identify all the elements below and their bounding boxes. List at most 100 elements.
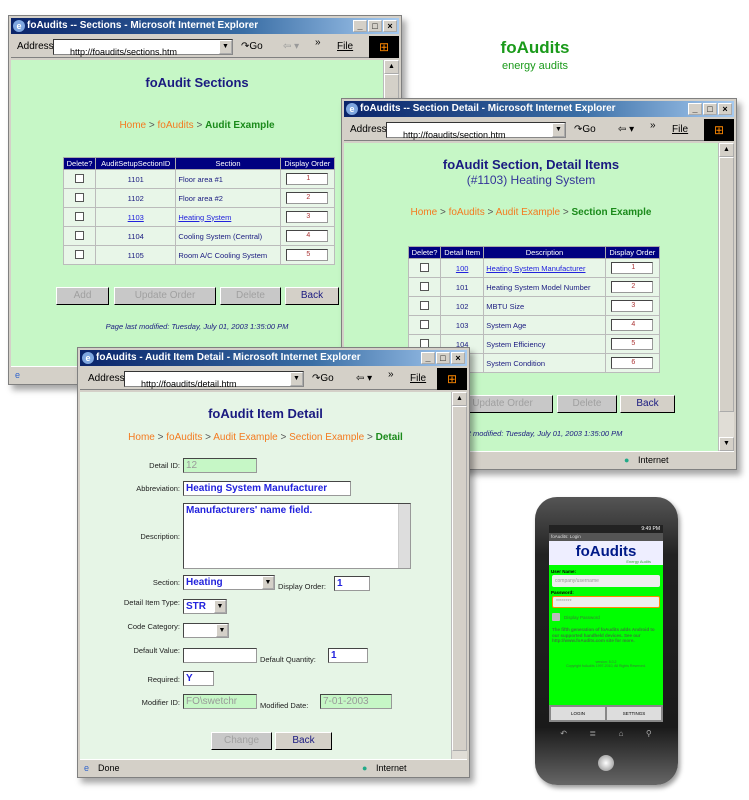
breadcrumb-item[interactable]: foAudits: [166, 432, 202, 443]
default-value-field[interactable]: [183, 648, 257, 663]
display-order-field[interactable]: 1: [334, 576, 370, 591]
go-button[interactable]: ↷Go: [574, 124, 596, 135]
back-arrow-icon[interactable]: ⇦ ▾: [356, 373, 372, 384]
go-button[interactable]: ↷Go: [241, 41, 263, 52]
delete-checkbox[interactable]: [420, 300, 430, 310]
file-menu[interactable]: File: [672, 124, 688, 135]
close-button[interactable]: ×: [718, 103, 732, 115]
more-chevron[interactable]: »: [315, 37, 321, 48]
maximize-button[interactable]: □: [436, 352, 450, 364]
chevron-down-icon[interactable]: ▼: [552, 123, 565, 137]
trackball[interactable]: [598, 755, 614, 771]
vertical-scrollbar[interactable]: ▲ ▼: [718, 143, 734, 451]
more-chevron[interactable]: »: [650, 120, 656, 131]
password-input[interactable]: ********: [552, 596, 660, 608]
default-quantity-field[interactable]: 1: [328, 648, 368, 663]
close-button[interactable]: ×: [451, 352, 465, 364]
delete-checkbox[interactable]: [75, 173, 85, 183]
delete-checkbox[interactable]: [75, 249, 85, 259]
file-menu[interactable]: File: [410, 373, 426, 384]
delete-button[interactable]: Delete: [220, 287, 281, 305]
address-bar[interactable]: http://foaudits/section.htm ▼: [386, 122, 566, 140]
description-textarea[interactable]: Manufacturers' name field.: [183, 503, 411, 569]
address-bar[interactable]: http://foaudits/sections.htm ▼: [53, 39, 233, 57]
breadcrumb-item[interactable]: foAudits: [158, 120, 194, 131]
minimize-button[interactable]: _: [688, 103, 702, 115]
abbreviation-field[interactable]: Heating System Manufacturer: [183, 481, 351, 496]
chevron-down-icon[interactable]: ▼: [214, 600, 226, 613]
back-button[interactable]: Back: [285, 287, 339, 305]
display-order-input[interactable]: 2: [286, 192, 329, 204]
display-password-checkbox[interactable]: Display Password: [552, 613, 660, 621]
home-key-icon[interactable]: ⌂: [619, 729, 624, 738]
row-link[interactable]: Heating System Manufacturer: [486, 264, 585, 273]
address-bar[interactable]: http://foaudits/detail.htm ▼: [124, 371, 304, 389]
scroll-thumb[interactable]: [719, 157, 734, 412]
maximize-button[interactable]: □: [368, 20, 382, 32]
settings-button[interactable]: SETTINGS: [607, 707, 661, 720]
search-key-icon[interactable]: ⚲: [646, 729, 652, 738]
scroll-up-icon[interactable]: ▲: [384, 60, 399, 74]
textarea-scrollbar[interactable]: [398, 504, 410, 568]
display-order-input[interactable]: 3: [286, 211, 329, 223]
breadcrumb-item[interactable]: Home: [128, 432, 155, 443]
delete-checkbox[interactable]: [75, 211, 85, 221]
code-category-select[interactable]: ▼: [183, 623, 229, 638]
username-input[interactable]: company/username: [552, 575, 660, 587]
delete-button[interactable]: Delete: [557, 395, 617, 413]
display-order-input[interactable]: 3: [611, 300, 654, 312]
minimize-button[interactable]: _: [421, 352, 435, 364]
section-select[interactable]: Heating ▼: [183, 575, 275, 590]
chevron-down-icon[interactable]: ▼: [290, 372, 303, 386]
back-arrow-icon[interactable]: ⇦ ▾: [283, 41, 299, 52]
vertical-scrollbar[interactable]: ▲: [451, 392, 467, 759]
required-label: Required:: [147, 675, 180, 684]
chevron-down-icon[interactable]: ▼: [262, 576, 274, 589]
update-order-button[interactable]: Update Order: [114, 287, 216, 305]
display-order-input[interactable]: 1: [286, 173, 329, 185]
breadcrumb-item[interactable]: Audit Example: [496, 207, 560, 218]
minimize-button[interactable]: _: [353, 20, 367, 32]
delete-checkbox[interactable]: [420, 319, 430, 329]
scroll-down-icon[interactable]: ▼: [719, 437, 734, 451]
display-order-input[interactable]: 5: [611, 338, 654, 350]
row-link[interactable]: 100: [456, 264, 469, 273]
required-field[interactable]: Y: [183, 671, 214, 686]
row-link[interactable]: 1103: [128, 213, 144, 222]
menu-key-icon[interactable]: ≣: [589, 729, 596, 738]
display-order-input[interactable]: 1: [611, 262, 654, 274]
back-button[interactable]: Back: [620, 395, 675, 413]
breadcrumb-item[interactable]: Section Example: [289, 432, 364, 443]
back-key-icon[interactable]: ↶: [560, 729, 567, 738]
add-button[interactable]: Add: [56, 287, 109, 305]
display-order-input[interactable]: 2: [611, 281, 654, 293]
close-button[interactable]: ×: [383, 20, 397, 32]
delete-checkbox[interactable]: [420, 262, 430, 272]
row-link[interactable]: Heating System: [178, 213, 231, 222]
login-button[interactable]: LOGIN: [551, 707, 605, 720]
display-order-input[interactable]: 4: [611, 319, 654, 331]
change-button[interactable]: Change: [211, 732, 272, 750]
chevron-down-icon[interactable]: ▼: [219, 40, 232, 54]
breadcrumb-item[interactable]: Home: [119, 120, 146, 131]
breadcrumb-item[interactable]: foAudits: [449, 207, 485, 218]
delete-checkbox[interactable]: [75, 192, 85, 202]
breadcrumb-item[interactable]: Audit Example: [213, 432, 277, 443]
scroll-up-icon[interactable]: ▲: [452, 392, 467, 406]
back-button[interactable]: Back: [275, 732, 332, 750]
delete-checkbox[interactable]: [75, 230, 85, 240]
display-order-input[interactable]: 5: [286, 249, 329, 261]
file-menu[interactable]: File: [337, 41, 353, 52]
maximize-button[interactable]: □: [703, 103, 717, 115]
detail-item-type-select[interactable]: STR ▼: [183, 599, 227, 614]
scroll-up-icon[interactable]: ▲: [719, 143, 734, 157]
more-chevron[interactable]: »: [388, 369, 394, 380]
scroll-thumb[interactable]: [452, 406, 467, 751]
display-order-input[interactable]: 4: [286, 230, 329, 242]
go-button[interactable]: ↷Go: [312, 373, 334, 384]
back-arrow-icon[interactable]: ⇦ ▾: [618, 124, 634, 135]
delete-checkbox[interactable]: [420, 281, 430, 291]
breadcrumb-item[interactable]: Home: [410, 207, 437, 218]
display-order-input[interactable]: 6: [611, 357, 654, 369]
chevron-down-icon[interactable]: ▼: [216, 624, 228, 637]
